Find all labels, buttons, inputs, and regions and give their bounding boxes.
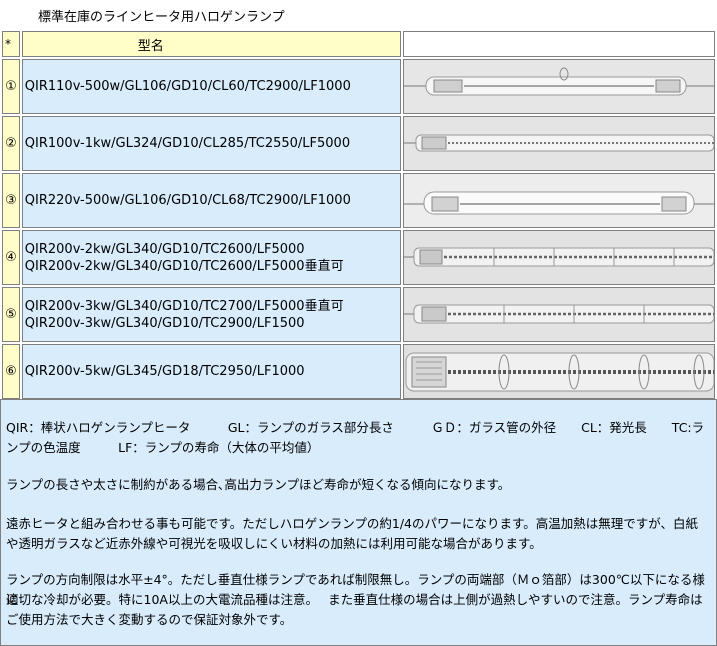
row-model: QIR200v-2kw/GL340/GD10/TC2600/LF5000 QIR… [21, 230, 401, 285]
row-model: QIR220v-500w/GL106/GD10/CL68/TC2900/LF10… [21, 173, 401, 228]
lamp-image [403, 117, 714, 170]
lamp-table: * 型名 ① QIR110v-500w/GL106/GD10/CL60/TC29… [0, 29, 717, 401]
lamp-photo [402, 344, 715, 399]
model-line: QIR200v-2kw/GL340/GD10/TC2600/LF5000垂直可 [24, 258, 344, 274]
note-paragraph: や透明ガラスなど近赤外線や可視光を吸収しにくい材料の加熱には利用可能な場合があり… [6, 536, 542, 551]
table-row: ⑤ QIR200v-3kw/GL340/GD10/TC2700/LF5000垂直… [2, 287, 715, 342]
header-image [402, 31, 715, 57]
header-model: 型名 [21, 31, 401, 57]
model-line: QIR110v-500w/GL106/GD10/CL60/TC2900/LF10… [24, 79, 351, 94]
lamp-photo [402, 59, 715, 114]
table-row: ① QIR110v-500w/GL106/GD10/CL60/TC2900/LF… [2, 59, 715, 114]
row-model: QIR200v-3kw/GL340/GD10/TC2700/LF5000垂直可 … [21, 287, 401, 342]
note-paragraph: ランプの長さや太さに制約がある場合､高出力ランプほど寿命が短くなる傾向になります… [6, 477, 511, 492]
page-title-bar: 標準在庫のラインヒータ用ハロゲンランプ [0, 0, 717, 29]
table-header-row: * 型名 [2, 31, 715, 57]
model-line: QIR220v-500w/GL106/GD10/CL68/TC2900/LF10… [24, 193, 351, 208]
lamp-image [403, 60, 714, 113]
table-row: ③ QIR220v-500w/GL106/GD10/CL68/TC2900/LF… [2, 173, 715, 228]
legend-line: ンプの色温度 LF：ランプの寿命（大体の平均値） [6, 440, 320, 455]
lamp-photo [402, 287, 715, 342]
model-line: QIR200v-2kw/GL340/GD10/TC2600/LF5000 [24, 241, 305, 257]
lamp-photo [402, 230, 715, 285]
row-number: ② [2, 116, 20, 171]
table-row: ⑥ QIR200v-5kw/GL345/GD18/TC2950/LF1000 [2, 344, 715, 399]
lamp-image [403, 345, 714, 398]
note-paragraph: 適切な冷却が必要。特に10A以上の大電流品種は注意。 また垂直仕様の場合は上側が… [6, 592, 703, 607]
lamp-photo [402, 116, 715, 171]
page-title: 標準在庫のラインヒータ用ハロゲンランプ [38, 10, 285, 25]
lamp-photo [402, 173, 715, 228]
row-number: ⑤ [2, 287, 20, 342]
header-num: * [2, 31, 20, 57]
row-model: QIR100v-1kw/GL324/GD10/CL285/TC2550/LF50… [21, 116, 401, 171]
row-number: ③ [2, 173, 20, 228]
row-number: ① [2, 59, 20, 114]
model-line: QIR100v-1kw/GL324/GD10/CL285/TC2550/LF50… [24, 136, 351, 151]
lamp-image [403, 174, 714, 227]
row-model: QIR200v-5kw/GL345/GD18/TC2950/LF1000 [21, 344, 401, 399]
row-number: ⑥ [2, 344, 20, 399]
notes-panel: QIR：棒状ハロゲンランプヒータ GL：ランプのガラス部分長さ ＧＤ：ガラス管の… [0, 399, 717, 646]
table-row: ② QIR100v-1kw/GL324/GD10/CL285/TC2550/LF… [2, 116, 715, 171]
model-line: QIR200v-3kw/GL340/GD10/TC2900/LF1500 [24, 315, 305, 331]
note-paragraph: 遠赤ヒータと組み合わせる事も可能です。ただしハロゲンランプの約1/4のパワーにな… [6, 516, 698, 531]
lamp-image [403, 231, 714, 284]
note-paragraph: ご使用方法で大きく変動するので保証対象外です。 [6, 612, 293, 627]
model-line: QIR200v-3kw/GL340/GD10/TC2700/LF5000垂直可 [24, 298, 344, 314]
model-line: QIR200v-5kw/GL345/GD18/TC2950/LF1000 [24, 364, 305, 379]
header-model-label: 型名 [137, 38, 164, 54]
table-row: ④ QIR200v-2kw/GL340/GD10/TC2600/LF5000 Q… [2, 230, 715, 285]
row-number: ④ [2, 230, 20, 285]
legend-line: QIR：棒状ハロゲンランプヒータ GL：ランプのガラス部分長さ ＧＤ：ガラス管の… [6, 420, 705, 435]
lamp-image [403, 288, 714, 341]
row-model: QIR110v-500w/GL106/GD10/CL60/TC2900/LF10… [21, 59, 401, 114]
